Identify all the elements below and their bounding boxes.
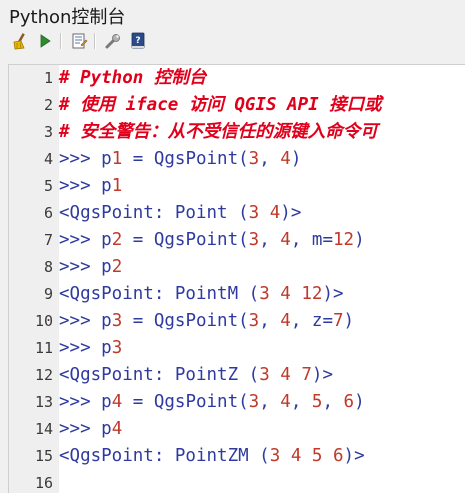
line-number: 5 <box>43 177 53 195</box>
line-number: 7 <box>43 231 53 249</box>
line-code: >>> p1 = QgsPoint(3, 4) <box>59 146 301 173</box>
line-number: 12 <box>34 366 53 384</box>
wrench-icon <box>105 34 120 49</box>
line-number: 15 <box>34 447 53 465</box>
line-number: 6 <box>43 204 53 222</box>
console-line: 10 >>> p3 = QgsPoint(3, 4, z=7) <box>9 308 465 335</box>
console-line: 4 >>> p1 = QgsPoint(3, 4) <box>9 146 465 173</box>
console-editor[interactable]: 1 # Python 控制台 2 # 使用 iface 访问 QGIS API 接口或… <box>8 64 465 493</box>
input-text: p2 <box>90 257 123 277</box>
line-number: 3 <box>43 123 53 141</box>
line-code: # 安全警告：从不受信任的源键入命令可 <box>59 122 378 142</box>
line-code: >>> p2 <box>59 254 122 281</box>
editor-icon <box>72 33 88 49</box>
line-code: >>> p4 = QgsPoint(3, 4, 5, 6) <box>59 389 365 416</box>
line-code: <QgsPoint: PointM (3 4 12)> <box>59 284 344 304</box>
input-text: p4 <box>90 419 123 439</box>
console-line: 8 >>> p2 <box>9 254 465 281</box>
prompt-marker: >>> <box>59 311 91 331</box>
input-text: p3 = QgsPoint(3, 4, z=7) <box>90 311 355 331</box>
line-number: 14 <box>34 420 53 438</box>
prompt-marker: >>> <box>59 230 91 250</box>
console-toolbar: ? <box>0 28 465 54</box>
line-number: 11 <box>34 339 53 357</box>
prompt-marker: >>> <box>59 338 91 358</box>
console-line: 3 # 安全警告：从不受信任的源键入命令可 <box>9 119 465 146</box>
prompt-marker: >>> <box>59 257 91 277</box>
prompt-marker: >>> <box>59 419 91 439</box>
prompt-marker: >>> <box>59 149 91 169</box>
prompt-marker: >>> <box>59 176 91 196</box>
line-code: >>> p1 <box>59 173 122 200</box>
line-code: >>> p4 <box>59 416 122 443</box>
line-number: 16 <box>34 474 53 492</box>
play-icon <box>40 34 51 48</box>
line-code: <QgsPoint: Point (3 4)> <box>59 203 302 223</box>
line-number: 9 <box>43 285 53 303</box>
run-command-button[interactable] <box>34 30 56 52</box>
console-line: 15 <QgsPoint: PointZM (3 4 5 6)> <box>9 443 465 470</box>
svg-text:?: ? <box>135 36 140 46</box>
toolbar-separator <box>60 33 62 49</box>
help-button[interactable]: ? <box>127 30 149 52</box>
line-code: >>> p3 = QgsPoint(3, 4, z=7) <box>59 308 354 335</box>
console-line: 2 # 使用 iface 访问 QGIS API 接口或 <box>9 92 465 119</box>
input-text: p2 = QgsPoint(3, 4, m=12) <box>90 230 365 250</box>
console-line: 6 <QgsPoint: Point (3 4)> <box>9 200 465 227</box>
window-title: Python控制台 <box>9 7 126 28</box>
line-number: 2 <box>43 96 53 114</box>
clear-console-button[interactable] <box>9 30 31 52</box>
line-code: >>> p3 <box>59 335 122 362</box>
console-line: 12 <QgsPoint: PointZ (3 4 7)> <box>9 362 465 389</box>
line-number: 10 <box>34 312 53 330</box>
line-code: # 使用 iface 访问 QGIS API 接口或 <box>59 95 382 115</box>
console-line: 13 >>> p4 = QgsPoint(3, 4, 5, 6) <box>9 389 465 416</box>
line-number: 1 <box>43 69 53 87</box>
line-code: >>> p2 = QgsPoint(3, 4, m=12) <box>59 227 365 254</box>
input-text: p1 <box>90 176 123 196</box>
console-line: 14 >>> p4 <box>9 416 465 443</box>
console-line: 7 >>> p2 = QgsPoint(3, 4, m=12) <box>9 227 465 254</box>
prompt-marker: >>> <box>59 392 91 412</box>
console-line: 5 >>> p1 <box>9 173 465 200</box>
input-text: p1 = QgsPoint(3, 4) <box>90 149 302 169</box>
toolbar-separator <box>94 33 96 49</box>
line-code: # Python 控制台 <box>59 68 207 88</box>
line-number: 13 <box>34 393 53 411</box>
console-line: 11 >>> p3 <box>9 335 465 362</box>
broom-icon <box>13 33 25 50</box>
line-number: 4 <box>43 150 53 168</box>
show-editor-button[interactable] <box>68 30 90 52</box>
line-code: <QgsPoint: PointZM (3 4 5 6)> <box>59 446 365 466</box>
options-button[interactable] <box>102 30 124 52</box>
input-text: p4 = QgsPoint(3, 4, 5, 6) <box>90 392 365 412</box>
console-line: 1 # Python 控制台 <box>9 65 465 92</box>
line-number: 8 <box>43 258 53 276</box>
line-code: <QgsPoint: PointZ (3 4 7)> <box>59 365 333 385</box>
console-line: 9 <QgsPoint: PointM (3 4 12)> <box>9 281 465 308</box>
input-text: p3 <box>90 338 123 358</box>
console-line: 16 <box>9 470 465 493</box>
help-book-icon: ? <box>131 32 145 49</box>
title-bar: Python控制台 <box>0 0 465 28</box>
